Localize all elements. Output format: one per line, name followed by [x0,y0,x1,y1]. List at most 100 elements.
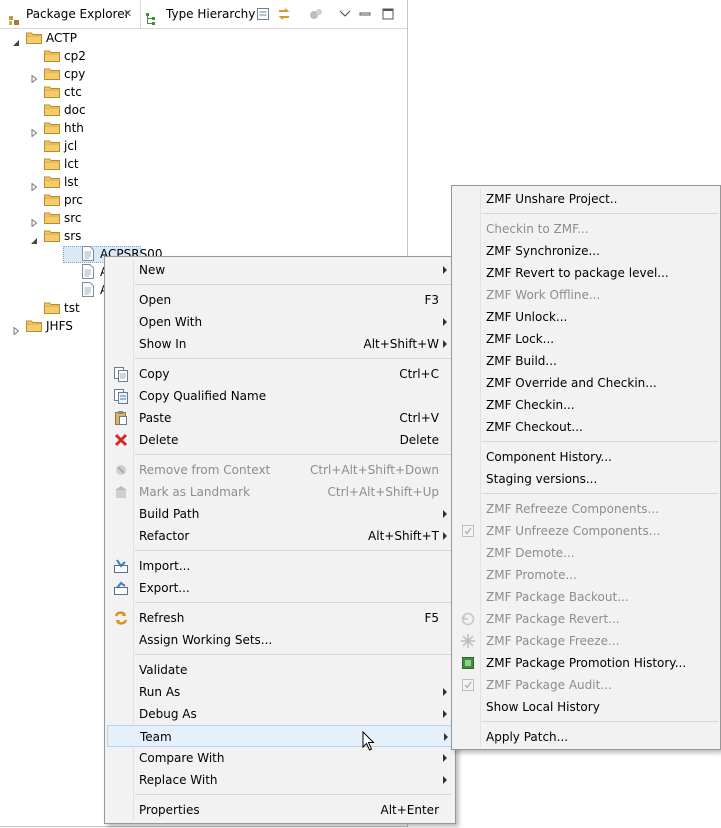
menu-item-label: ZMF Unshare Project.. [486,192,618,206]
focus-task-icon[interactable] [309,7,323,21]
menu-item-label: Open With [139,315,203,329]
menu-separator [135,602,451,603]
menu-item-delete[interactable]: Delete Delete [107,429,453,451]
remove-context-icon [113,462,129,478]
close-icon[interactable]: ✕ [123,0,132,28]
menu-item-zmf-lock[interactable]: ZMF Lock... [454,328,720,350]
tab-package-explorer[interactable]: Package Explorer ✕ [0,0,141,28]
menu-item-label: Staging versions... [486,472,598,486]
menu-item-show-in[interactable]: Show In Alt+Shift+W [107,333,453,355]
tree-node-label: jcl [64,139,78,153]
collapsed-twisty-icon[interactable] [30,70,38,84]
link-with-editor-icon[interactable] [277,7,291,21]
menu-item-export[interactable]: Export... [107,577,453,599]
team-submenu: ZMF Unshare Project.. Checkin to ZMF... ZM… [451,185,721,750]
tree-node-label: srs [64,229,82,243]
menu-item-open[interactable]: Open F3 [107,289,453,311]
collapsed-twisty-icon[interactable] [30,124,38,138]
menu-item-copy[interactable]: Copy Ctrl+C [107,363,453,385]
landmark-icon [113,484,129,500]
freeze-icon [460,633,476,649]
collapsed-twisty-icon[interactable] [12,322,20,336]
menu-separator [482,721,718,722]
menu-item-zmf-package-promotion-history[interactable]: ZMF Package Promotion History... [454,652,720,674]
menu-item-label: New [139,263,166,277]
delete-icon [113,432,129,448]
menu-item-label: ZMF Revert to package level... [486,266,669,280]
menu-item-zmf-unlock[interactable]: ZMF Unlock... [454,306,720,328]
maximize-icon[interactable] [381,7,395,21]
menu-item-open-with[interactable]: Open With [107,311,453,333]
menu-item-label: ZMF Refreeze Components... [486,502,659,516]
menu-item-staging-versions[interactable]: Staging versions... [454,468,720,490]
menu-item-label: Import... [139,559,191,573]
menu-item-refresh[interactable]: Refresh F5 [107,607,453,629]
menu-item-team[interactable]: Team [107,725,453,747]
menu-separator [482,493,718,494]
menu-item-zmf-package-freeze: ZMF Package Freeze... [454,630,720,652]
menu-item-zmf-unshare-project[interactable]: ZMF Unshare Project.. [454,188,720,210]
submenu-arrow-icon [443,754,447,762]
tab-type-hierarchy[interactable]: Type Hierarchy [141,0,261,28]
menu-item-copy-qualified-name[interactable]: Copy Qualified Name [107,385,453,407]
menu-item-component-history[interactable]: Component History... [454,446,720,468]
menu-item-label: Copy Qualified Name [139,389,267,403]
check-icon [460,677,476,693]
menu-item-zmf-refreeze-components: ZMF Refreeze Components... [454,498,720,520]
menu-item-apply-patch[interactable]: Apply Patch... [454,726,720,748]
menu-item-import[interactable]: Import... [107,555,453,577]
folder-icon [44,229,60,242]
menu-item-label: Validate [139,663,188,677]
menu-item-build-path[interactable]: Build Path [107,503,453,525]
menu-item-shortcut: Alt+Shift+W [363,337,440,351]
menu-item-debug-as[interactable]: Debug As [107,703,453,725]
expanded-twisty-icon[interactable] [12,34,20,46]
menu-item-properties[interactable]: Properties Alt+Enter [107,799,453,821]
menu-item-new[interactable]: New [107,259,453,281]
menu-separator [482,213,718,214]
menu-item-show-local-history[interactable]: Show Local History [454,696,720,718]
menu-item-zmf-checkout[interactable]: ZMF Checkout... [454,416,720,438]
menu-item-run-as[interactable]: Run As [107,681,453,703]
menu-item-zmf-override-and-checkin[interactable]: ZMF Override and Checkin... [454,372,720,394]
menu-item-zmf-build[interactable]: ZMF Build... [454,350,720,372]
menu-item-label: ZMF Checkout... [486,420,583,434]
expanded-twisty-icon[interactable] [30,232,38,244]
tree-node-label: lst [64,175,79,189]
menu-item-label: Apply Patch... [486,730,569,744]
import-icon [113,558,129,574]
collapsed-twisty-icon[interactable] [30,178,38,192]
menu-item-zmf-revert-to-package-level[interactable]: ZMF Revert to package level... [454,262,720,284]
file-icon [82,282,94,297]
menu-item-zmf-demote: ZMF Demote... [454,542,720,564]
paste-icon [113,410,129,426]
menu-item-label: ZMF Checkin... [486,398,575,412]
copy-icon [113,366,129,382]
tree-node-label: ctc [64,85,82,99]
menu-item-replace-with[interactable]: Replace With [107,769,453,791]
menu-item-label: ZMF Build... [486,354,557,368]
submenu-arrow-icon [443,510,447,518]
menu-item-zmf-synchronize[interactable]: ZMF Synchronize... [454,240,720,262]
collapse-all-icon[interactable] [256,7,270,21]
folder-icon [44,157,60,170]
menu-item-compare-with[interactable]: Compare With [107,747,453,769]
menu-item-validate[interactable]: Validate [107,659,453,681]
menu-item-assign-working-sets[interactable]: Assign Working Sets... [107,629,453,651]
menu-item-zmf-promote: ZMF Promote... [454,564,720,586]
menu-separator [135,454,451,455]
minimize-icon[interactable] [358,7,372,21]
menu-item-label: Show In [139,337,187,351]
view-menu-icon[interactable] [338,7,352,21]
promotion-history-icon [460,655,476,671]
menu-item-label: Checkin to ZMF... [486,222,589,236]
menu-item-paste[interactable]: Paste Ctrl+V [107,407,453,429]
menu-item-refactor[interactable]: Refactor Alt+Shift+T [107,525,453,547]
menu-item-zmf-checkin[interactable]: ZMF Checkin... [454,394,720,416]
submenu-arrow-icon [444,733,448,741]
folder-icon [44,121,60,134]
collapsed-twisty-icon[interactable] [30,214,38,228]
menu-separator [135,550,451,551]
submenu-arrow-icon [443,266,447,274]
submenu-arrow-icon [443,340,447,348]
